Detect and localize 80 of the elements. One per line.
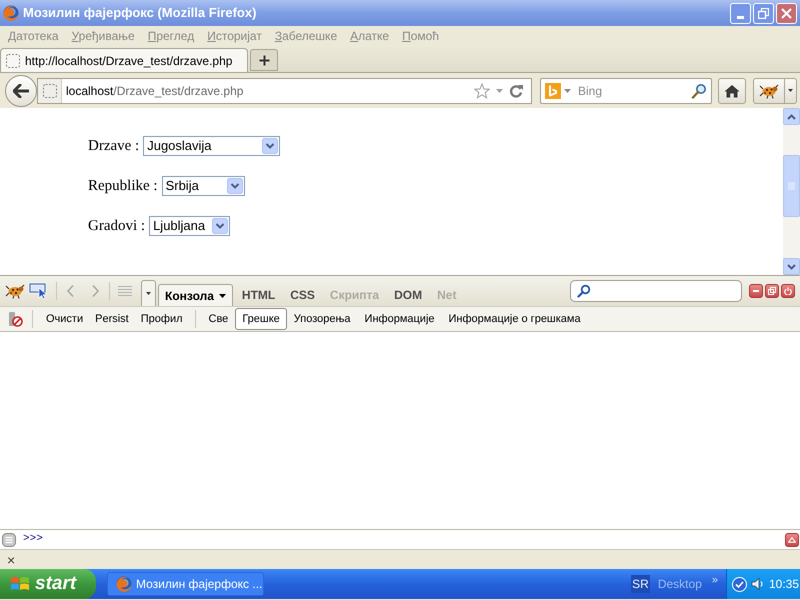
engine-caret-icon <box>564 88 571 92</box>
grip-icon <box>788 182 795 190</box>
windows-logo-icon <box>10 575 30 593</box>
star-icon[interactable] <box>474 82 490 98</box>
panel-tab[interactable]: DOM <box>388 284 428 306</box>
search-field[interactable]: Bing <box>578 82 688 100</box>
taskbar-window-button[interactable]: Мозилин фајерфокс ... <box>107 572 264 596</box>
speaker-icon[interactable] <box>751 577 765 591</box>
plus-icon <box>258 54 270 66</box>
firebug-search-field[interactable] <box>570 280 742 302</box>
bug-button[interactable] <box>753 78 785 104</box>
browser-tab[interactable]: http://localhost/Drzave_test/drzave.php <box>0 48 248 72</box>
start-button[interactable]: start <box>0 569 96 599</box>
history-caret-icon <box>496 88 503 92</box>
command-prompt: >>> <box>23 532 43 548</box>
bug-menu-button[interactable] <box>785 78 797 104</box>
field-label: Republike : <box>88 176 158 196</box>
url-text: localhost/Drzave_test/drzave.php <box>66 82 244 100</box>
filter-button[interactable]: Упозорења <box>286 308 358 330</box>
minimize-icon <box>753 290 759 292</box>
bug-icon <box>5 283 25 299</box>
inspect-icon[interactable] <box>29 283 49 299</box>
field-label: Gradovi : <box>88 216 146 236</box>
minimize-icon <box>737 16 744 18</box>
console-action-button[interactable]: Persist <box>89 308 135 330</box>
back-button[interactable] <box>5 74 37 106</box>
scroll-down-button[interactable] <box>783 258 800 275</box>
filter-button[interactable]: Информације о грешкама <box>442 308 588 330</box>
check-circle-icon[interactable] <box>732 576 747 592</box>
home-button[interactable] <box>718 78 746 104</box>
language-indicator[interactable]: SR <box>631 575 650 593</box>
search-icon <box>691 82 707 98</box>
restore-icon <box>758 8 769 18</box>
panel-tab[interactable]: Конзола <box>158 284 233 306</box>
dashed-square-icon <box>5 52 21 68</box>
restore-button[interactable] <box>753 2 774 24</box>
address-field[interactable]: localhost/Drzave_test/drzave.php <box>37 78 532 104</box>
panel-menu-button[interactable] <box>141 280 156 306</box>
panel-tab[interactable]: HTML <box>236 284 282 306</box>
panel-tab[interactable]: CSS <box>284 284 321 306</box>
console-action-button[interactable]: Профил <box>134 308 189 330</box>
filter-button[interactable]: Све <box>202 308 236 330</box>
browser-logo-icon <box>116 576 132 592</box>
new-tab-button[interactable] <box>250 49 278 71</box>
bug-icon <box>759 82 779 98</box>
site-identity-button[interactable] <box>38 78 62 102</box>
console-action-button[interactable]: Очисти <box>40 308 90 330</box>
expand-button[interactable] <box>785 532 799 546</box>
filter-button[interactable]: Грешке <box>235 308 287 330</box>
toolbar-chevron[interactable]: » <box>712 574 718 586</box>
field-label: Drzave : <box>88 136 140 156</box>
search-box[interactable]: Bing <box>540 78 712 104</box>
close-button[interactable] <box>776 2 797 24</box>
close-icon <box>781 8 792 18</box>
minimize-button[interactable] <box>749 284 763 298</box>
select-field[interactable]: Srbija <box>162 176 245 196</box>
prohibited-icon[interactable] <box>7 311 23 327</box>
caret-down-icon <box>146 292 151 295</box>
caret-down-icon <box>788 89 793 92</box>
power-button[interactable] <box>781 284 795 298</box>
scroll-up-button[interactable] <box>783 108 800 125</box>
select-field[interactable]: Ljubljana <box>149 216 230 236</box>
search-icon <box>577 284 591 298</box>
scroll-thumb[interactable] <box>783 155 800 217</box>
close-button[interactable]: × <box>7 552 16 566</box>
filter-button[interactable]: Информације <box>358 308 442 330</box>
back-arrow-icon <box>13 84 29 98</box>
power-icon <box>784 287 792 295</box>
window-title: Мозилин фајерфокс (Mozilla Firefox) <box>23 4 256 22</box>
dashed-square-icon <box>42 82 58 98</box>
home-icon <box>724 84 740 98</box>
clock[interactable]: 10:35 <box>769 575 800 593</box>
list-icon[interactable] <box>2 532 16 546</box>
reload-icon[interactable] <box>509 84 523 98</box>
caret-down-icon <box>218 294 226 298</box>
caret-up-icon <box>788 536 796 542</box>
browser-logo-icon <box>3 5 19 21</box>
select-field[interactable]: Jugoslavija <box>143 136 280 156</box>
detach-button[interactable] <box>765 284 779 298</box>
restore-icon <box>768 287 776 295</box>
